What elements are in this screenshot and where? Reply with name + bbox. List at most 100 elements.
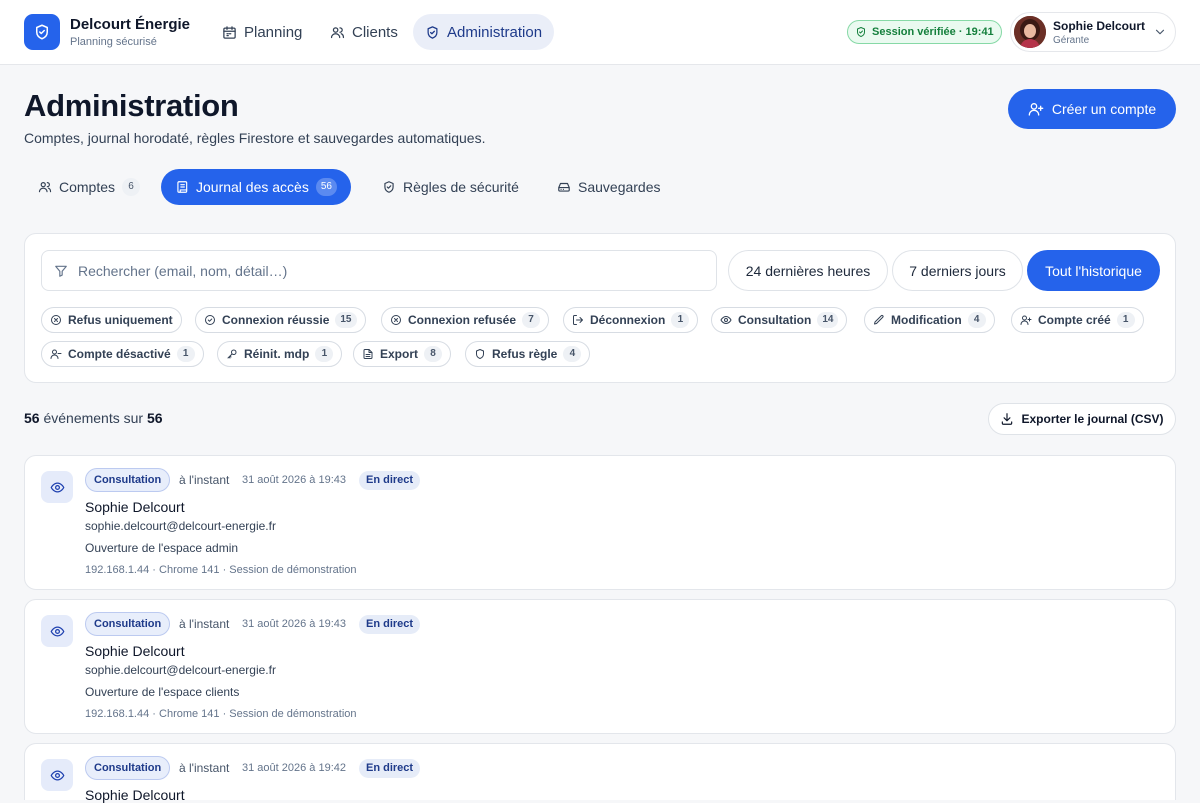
chip-count: 8 bbox=[424, 346, 443, 362]
nav-item-clients[interactable]: Clients bbox=[318, 14, 410, 50]
chip-compte-desactive[interactable]: Compte désactivé 1 bbox=[41, 341, 204, 367]
tab-count: 6 bbox=[122, 178, 141, 196]
users-icon bbox=[330, 25, 345, 40]
chip-refus-regle[interactable]: Refus règle 4 bbox=[465, 341, 591, 367]
chip-label: Consultation bbox=[738, 313, 812, 327]
event-user-name: Sophie Delcourt bbox=[85, 643, 185, 659]
event-detail: Ouverture de l'espace clients bbox=[85, 685, 240, 699]
user-plus-icon bbox=[1028, 101, 1044, 117]
chip-label: Refus uniquement bbox=[68, 313, 173, 327]
user-minus-icon bbox=[50, 348, 62, 360]
event-type-badge: Consultation bbox=[85, 468, 171, 492]
shield-icon bbox=[474, 348, 486, 360]
chip-compte-cree[interactable]: Compte créé 1 bbox=[1011, 307, 1144, 333]
chip-count: 15 bbox=[335, 312, 357, 328]
brand: Delcourt Énergie Planning sécurisé bbox=[70, 16, 190, 49]
event-user-name: Sophie Delcourt bbox=[85, 499, 185, 515]
page-subtitle: Comptes, journal horodaté, règles Firest… bbox=[24, 130, 486, 146]
session-label: Session vérifiée · 19:41 bbox=[872, 26, 994, 38]
search-input[interactable] bbox=[78, 262, 678, 279]
event-relative-time: à l'instant bbox=[179, 473, 230, 487]
chip-connexion-reussie[interactable]: Connexion réussie 15 bbox=[195, 307, 366, 333]
event-relative-time: à l'instant bbox=[179, 617, 230, 631]
calendar-icon bbox=[222, 25, 237, 40]
chevron-down-icon bbox=[1153, 25, 1167, 39]
key-icon bbox=[226, 348, 238, 360]
scroll-icon bbox=[175, 180, 189, 194]
event-card[interactable]: Consultation à l'instant 31 août 2026 à … bbox=[24, 599, 1176, 734]
x-circle-icon bbox=[50, 314, 62, 326]
tab-label: Règles de sécurité bbox=[403, 179, 519, 195]
chip-consultation[interactable]: Consultation 14 bbox=[711, 307, 848, 333]
create-account-button[interactable]: Créer un compte bbox=[1008, 89, 1176, 129]
tab-journal-des-acces[interactable]: Journal des accès 56 bbox=[161, 169, 351, 205]
chip-count: 1 bbox=[315, 346, 334, 362]
tab-label: Comptes bbox=[59, 179, 116, 195]
chip-reinit-mdp[interactable]: Réinit. mdp 1 bbox=[217, 341, 343, 367]
nav-item-administration[interactable]: Administration bbox=[413, 14, 555, 50]
download-icon bbox=[1000, 412, 1014, 426]
event-card[interactable]: Consultation à l'instant 31 août 2026 à … bbox=[24, 455, 1176, 590]
range-24h-button[interactable]: 24 dernières heures bbox=[728, 250, 888, 291]
results-shown: 56 bbox=[24, 410, 40, 426]
nav-item-label: Administration bbox=[447, 23, 543, 41]
chip-label: Compte désactivé bbox=[68, 347, 171, 361]
chip-connexion-refusee[interactable]: Connexion refusée 7 bbox=[381, 307, 550, 333]
live-badge: En direct bbox=[359, 615, 421, 634]
event-card[interactable]: Consultation à l'instant 31 août 2026 à … bbox=[24, 743, 1176, 803]
event-type-badge: Consultation bbox=[85, 756, 171, 780]
filter-panel: 24 dernières heures 7 derniers jours Tou… bbox=[24, 233, 1176, 383]
chip-count: 1 bbox=[671, 312, 690, 328]
chip-label: Connexion refusée bbox=[408, 313, 517, 327]
eye-icon bbox=[720, 314, 732, 326]
hard-drive-icon bbox=[557, 180, 571, 194]
create-account-label: Créer un compte bbox=[1051, 101, 1157, 117]
chip-refus-uniquement[interactable]: Refus uniquement bbox=[41, 307, 182, 333]
nav-item-label: Clients bbox=[352, 23, 398, 41]
log-out-icon bbox=[572, 314, 584, 326]
user-menu[interactable]: Sophie Delcourt Gérante bbox=[1010, 12, 1176, 52]
chip-label: Compte créé bbox=[1038, 313, 1111, 327]
chip-modification[interactable]: Modification 4 bbox=[864, 307, 995, 333]
page-title: Administration bbox=[24, 88, 239, 123]
search-field[interactable] bbox=[41, 250, 717, 291]
chip-count: 4 bbox=[967, 312, 986, 328]
tab-comptes[interactable]: Comptes 6 bbox=[24, 169, 154, 205]
shield-check-icon bbox=[855, 26, 867, 38]
event-type-badge: Consultation bbox=[85, 612, 171, 636]
results-separator: événements sur bbox=[43, 410, 144, 426]
chip-label: Modification bbox=[891, 313, 962, 327]
event-relative-time: à l'instant bbox=[179, 761, 230, 775]
shield-logo-icon[interactable] bbox=[24, 14, 60, 50]
live-badge: En direct bbox=[359, 471, 421, 490]
range-all-button[interactable]: Tout l'historique bbox=[1027, 250, 1160, 291]
event-detail: Ouverture de l'espace admin bbox=[85, 541, 239, 555]
chip-export[interactable]: Export 8 bbox=[353, 341, 452, 367]
avatar bbox=[1014, 16, 1046, 48]
range-7d-button[interactable]: 7 derniers jours bbox=[892, 250, 1023, 291]
user-name: Sophie Delcourt bbox=[1053, 19, 1146, 33]
chip-label: Refus règle bbox=[492, 347, 558, 361]
eye-icon bbox=[41, 759, 73, 791]
x-circle-icon bbox=[390, 314, 402, 326]
tab-label: Sauvegardes bbox=[578, 179, 661, 195]
event-user-email: sophie.delcourt@delcourt-energie.fr bbox=[85, 519, 276, 533]
nav-item-planning[interactable]: Planning bbox=[210, 14, 314, 50]
tab-sauvegardes[interactable]: Sauvegardes bbox=[543, 169, 675, 205]
shield-icon bbox=[382, 180, 396, 194]
results-count: 56 événements sur 56 bbox=[24, 410, 163, 426]
chip-deconnexion[interactable]: Déconnexion 1 bbox=[563, 307, 699, 333]
chip-label: Réinit. mdp bbox=[244, 347, 310, 361]
eye-icon bbox=[41, 471, 73, 503]
tab-regles-de-securite[interactable]: Règles de sécurité bbox=[368, 169, 533, 205]
user-plus-icon bbox=[1020, 314, 1032, 326]
live-badge: En direct bbox=[359, 759, 421, 778]
check-circle-icon bbox=[204, 314, 216, 326]
chip-count: 7 bbox=[522, 312, 541, 328]
event-timestamp: 31 août 2026 à 19:42 bbox=[242, 762, 346, 774]
chip-label: Connexion réussie bbox=[222, 313, 330, 327]
tab-label: Journal des accès bbox=[196, 179, 309, 195]
app-name: Delcourt Énergie bbox=[70, 16, 191, 33]
chip-label: Déconnexion bbox=[590, 313, 666, 327]
export-csv-button[interactable]: Exporter le journal (CSV) bbox=[988, 403, 1176, 435]
